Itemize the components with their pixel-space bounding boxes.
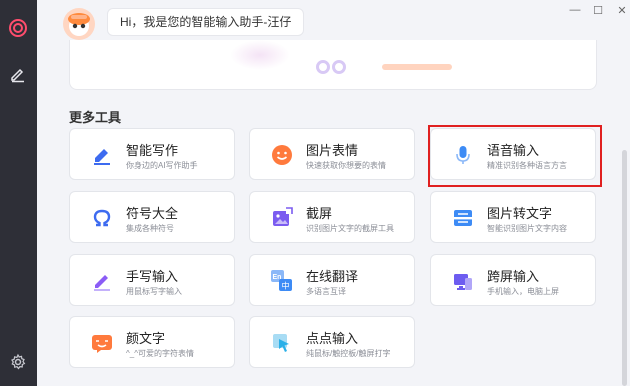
tool-card-dot-input[interactable]: 点点输入 纯鼠标/触控板/触屏打字 bbox=[249, 316, 415, 368]
tool-card-image-to-text[interactable]: 图片转文字 智能识别图片文字内容 bbox=[430, 191, 596, 243]
smiley-icon bbox=[270, 143, 294, 167]
sidebar bbox=[0, 0, 37, 386]
screenshot-icon bbox=[270, 206, 294, 230]
tool-card-screenshot[interactable]: 截屏 识别图片文字的截屏工具 bbox=[249, 191, 415, 243]
tool-desc: 集成各种符号 bbox=[126, 224, 174, 233]
tool-title: 符号大全 bbox=[126, 206, 179, 221]
tool-title: 点点输入 bbox=[306, 331, 359, 346]
microphone-icon bbox=[451, 143, 475, 167]
tool-title: 颜文字 bbox=[126, 331, 166, 346]
tool-desc: 精准识别各种语言方言 bbox=[487, 161, 567, 170]
assistant-avatar[interactable] bbox=[63, 8, 95, 40]
tool-card-smart-writing[interactable]: 智能写作 你身边的AI写作助手 bbox=[69, 128, 235, 180]
tool-card-handwriting[interactable]: 手写输入 用鼠标写字输入 bbox=[69, 254, 235, 306]
tool-desc: 你身边的AI写作助手 bbox=[126, 161, 198, 170]
tool-card-online-translate[interactable]: En 中 在线翻译 多语言互译 bbox=[249, 254, 415, 306]
close-button[interactable]: ✕ bbox=[614, 3, 630, 17]
assistant-greeting: Hi，我是您的智能输入助手-汪仔 bbox=[107, 8, 305, 36]
tool-title: 截屏 bbox=[306, 206, 333, 221]
tool-card-image-sticker[interactable]: 图片表情 快速获取你想要的表情 bbox=[249, 128, 415, 180]
banner-decoration bbox=[230, 40, 290, 70]
tool-title: 图片转文字 bbox=[487, 206, 553, 221]
gear-icon[interactable] bbox=[6, 350, 30, 374]
tool-desc: 识别图片文字的截屏工具 bbox=[306, 224, 394, 233]
cross-screen-icon bbox=[451, 269, 475, 293]
tool-title: 图片表情 bbox=[306, 143, 359, 158]
feature-banner[interactable] bbox=[69, 40, 597, 90]
banner-decoration-bar bbox=[382, 64, 452, 70]
banner-decoration-dots bbox=[316, 60, 350, 74]
tool-desc: 多语言互译 bbox=[306, 287, 346, 296]
section-title: 更多工具 bbox=[69, 110, 122, 125]
tool-card-kaomoji[interactable]: 颜文字 ^_^可爱的字符表情 bbox=[69, 316, 235, 368]
tool-card-cross-screen[interactable]: 跨屏输入 手机输入，电脑上屏 bbox=[430, 254, 596, 306]
minimize-button[interactable]: — bbox=[567, 3, 583, 17]
edit-icon[interactable] bbox=[6, 62, 30, 86]
cursor-click-icon bbox=[270, 331, 294, 355]
tool-title: 语音输入 bbox=[487, 143, 540, 158]
tool-desc: 纯鼠标/触控板/触屏打字 bbox=[306, 349, 391, 358]
tool-title: 手写输入 bbox=[126, 269, 179, 284]
kaomoji-icon bbox=[90, 331, 114, 355]
sogou-logo-icon[interactable] bbox=[6, 16, 30, 40]
pencil-icon bbox=[90, 269, 114, 293]
tool-desc: 用鼠标写字输入 bbox=[126, 287, 182, 296]
tool-card-symbols[interactable]: 符号大全 集成各种符号 bbox=[69, 191, 235, 243]
tool-title: 在线翻译 bbox=[306, 269, 359, 284]
tool-card-voice-input[interactable]: 语音输入 精准识别各种语言方言 bbox=[430, 128, 596, 180]
svg-text:中: 中 bbox=[282, 281, 290, 291]
tool-desc: 智能识别图片文字内容 bbox=[487, 224, 567, 233]
vertical-scrollbar[interactable] bbox=[622, 150, 627, 386]
tool-title: 跨屏输入 bbox=[487, 269, 540, 284]
tool-desc: ^_^可爱的字符表情 bbox=[126, 349, 194, 358]
tool-title: 智能写作 bbox=[126, 143, 179, 158]
omega-icon bbox=[90, 206, 114, 230]
pen-edit-icon bbox=[90, 143, 114, 167]
image-to-text-icon bbox=[451, 206, 475, 230]
tool-desc: 手机输入，电脑上屏 bbox=[487, 287, 559, 296]
maximize-button[interactable]: ☐ bbox=[590, 3, 606, 17]
main-panel: Hi，我是您的智能输入助手-汪仔 — ☐ ✕ 更多工具 智能写作 你身边的AI写… bbox=[37, 0, 630, 386]
translate-icon: En 中 bbox=[270, 269, 294, 293]
tool-desc: 快速获取你想要的表情 bbox=[306, 161, 386, 170]
